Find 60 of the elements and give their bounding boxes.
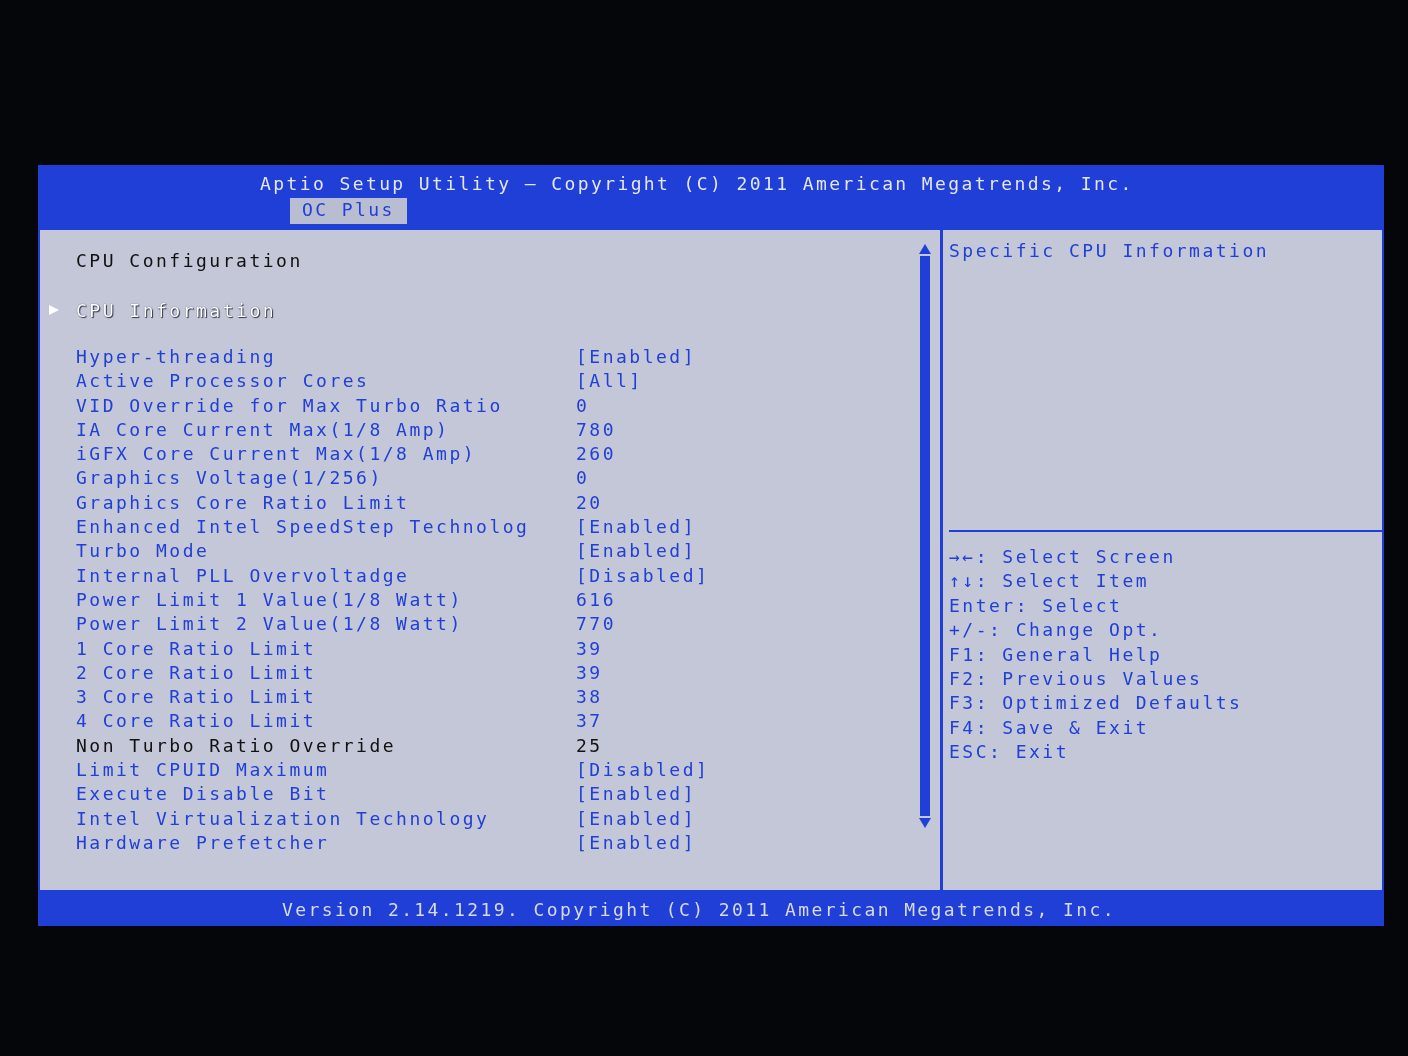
setting-label[interactable]: iGFX Core Current Max(1/8 Amp) bbox=[76, 443, 576, 465]
scrollbar-thumb[interactable] bbox=[920, 256, 930, 816]
tab[interactable]: OC Plus bbox=[290, 198, 407, 224]
scroll-up-icon[interactable] bbox=[919, 244, 931, 254]
key-hint: +/-: Change Opt. bbox=[949, 619, 1164, 643]
setting-value[interactable]: [Enabled] bbox=[576, 831, 910, 853]
setting-value[interactable]: 260 bbox=[576, 443, 910, 465]
setting-label[interactable]: Turbo Mode bbox=[76, 540, 576, 562]
setting-label[interactable]: Internal PLL Overvoltadge bbox=[76, 564, 576, 586]
setting-label[interactable]: 4 Core Ratio Limit bbox=[76, 710, 576, 732]
setting-value[interactable]: 780 bbox=[576, 418, 910, 440]
setting-label[interactable]: Graphics Voltage(1/256) bbox=[76, 467, 576, 489]
setting-label[interactable]: Enhanced Intel SpeedStep Technolog bbox=[76, 516, 576, 537]
key-hint: ↑↓: Select Item bbox=[949, 570, 1151, 594]
setting-value[interactable]: [Enabled] bbox=[576, 516, 910, 537]
setting-label[interactable]: Power Limit 1 Value(1/8 Watt) bbox=[76, 588, 576, 610]
setting-value[interactable]: [Disabled] bbox=[576, 564, 910, 586]
key-hint: F1: General Help bbox=[949, 643, 1164, 667]
key-hint: ESC: Exit bbox=[949, 741, 1071, 765]
setting-value[interactable]: [Disabled] bbox=[576, 759, 910, 780]
setting-value[interactable]: 25 bbox=[576, 734, 910, 756]
setting-label[interactable]: Execute Disable Bit bbox=[76, 783, 576, 805]
setting-value[interactable]: 37 bbox=[576, 710, 910, 732]
key-hint: F3: Optimized Defaults bbox=[949, 692, 1244, 716]
setting-value[interactable]: 38 bbox=[576, 686, 910, 708]
key-hint: →←: Select Screen bbox=[949, 546, 1177, 569]
submenu-arrow-icon bbox=[48, 304, 60, 317]
setting-label[interactable]: Active Processor Cores bbox=[76, 370, 576, 392]
setting-value[interactable]: [Enabled] bbox=[576, 807, 910, 829]
setting-label[interactable]: Non Turbo Ratio Override bbox=[76, 734, 576, 756]
setting-value[interactable]: 616 bbox=[576, 588, 910, 610]
setting-value[interactable]: 770 bbox=[576, 613, 910, 635]
footer-version: Version 2.14.1219. Copyright (C) 2011 American Megatrends, Inc. bbox=[38, 892, 1384, 926]
setting-value[interactable]: [All] bbox=[576, 370, 910, 392]
setting-value[interactable]: 39 bbox=[576, 637, 910, 659]
setting-value[interactable]: 0 bbox=[576, 467, 910, 489]
setting-value[interactable]: [Enabled] bbox=[576, 783, 910, 805]
setting-value[interactable]: [Enabled] bbox=[576, 540, 910, 562]
setting-label[interactable]: VID Override for Max Turbo Ratio bbox=[76, 394, 576, 416]
key-hint: F2: Previous Values bbox=[949, 667, 1204, 691]
page-title: CPU Configuration bbox=[75, 250, 304, 273]
setting-label[interactable]: 2 Core Ratio Limit bbox=[76, 661, 576, 683]
setting-label[interactable]: Graphics Core Ratio Limit bbox=[76, 491, 576, 513]
setting-label[interactable]: 3 Core Ratio Limit bbox=[76, 686, 576, 708]
setting-label[interactable]: Limit CPUID Maximum bbox=[76, 759, 576, 780]
setting-label[interactable]: Hardware Prefetcher bbox=[76, 831, 576, 853]
setting-value[interactable]: 39 bbox=[576, 661, 910, 683]
window-title: Aptio Setup Utility – Copyright (C) 2011 American Megatrends, Inc. bbox=[260, 172, 1135, 194]
setting-value[interactable]: [Enabled] bbox=[576, 345, 910, 367]
scroll-down-icon[interactable] bbox=[919, 818, 931, 828]
setting-label[interactable]: 1 Core Ratio Limit bbox=[76, 637, 576, 659]
help-text: Specific CPU Information bbox=[949, 240, 1271, 263]
setting-label[interactable]: Intel Virtualization Technology bbox=[76, 807, 576, 829]
key-hint: F4: Save & Exit bbox=[949, 716, 1151, 740]
setting-value[interactable]: 20 bbox=[576, 491, 910, 513]
setting-value[interactable]: 0 bbox=[576, 394, 910, 416]
setting-label[interactable]: Hyper-threading bbox=[76, 345, 576, 367]
key-hint: Enter: Select bbox=[949, 594, 1124, 618]
setting-label[interactable]: Power Limit 2 Value(1/8 Watt) bbox=[76, 613, 576, 635]
setting-label[interactable]: IA Core Current Max(1/8 Amp) bbox=[76, 418, 576, 440]
